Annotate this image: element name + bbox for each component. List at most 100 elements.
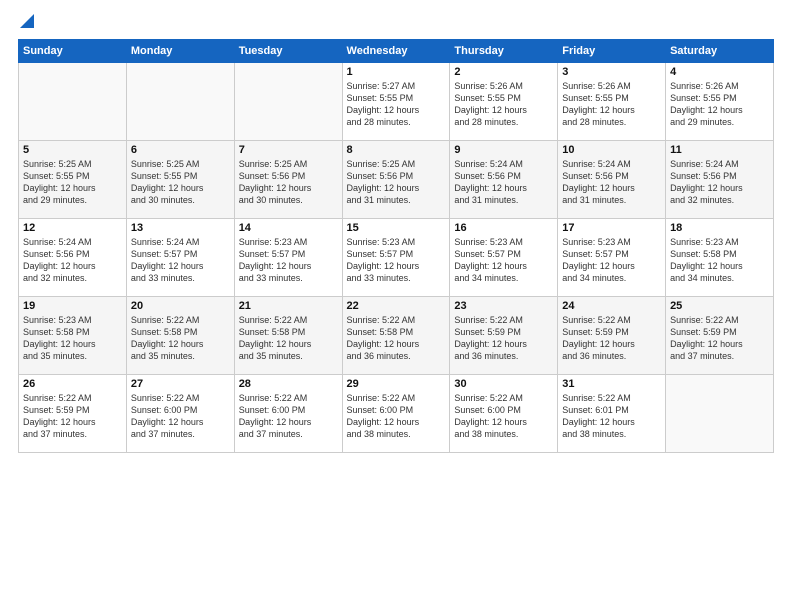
day-number: 24 (562, 300, 661, 312)
cell-info: Sunrise: 5:24 AM Sunset: 5:56 PM Dayligh… (670, 158, 769, 207)
cell-info: Sunrise: 5:27 AM Sunset: 5:55 PM Dayligh… (347, 80, 446, 129)
logo (18, 18, 34, 33)
calendar-cell: 28 Sunrise: 5:22 AM Sunset: 6:00 PM Dayli… (234, 375, 342, 453)
cell-info: Sunrise: 5:26 AM Sunset: 5:55 PM Dayligh… (454, 80, 553, 129)
day-number: 7 (239, 144, 338, 156)
calendar-header-row: SundayMondayTuesdayWednesdayThursdayFrid… (19, 40, 774, 63)
calendar-week-5: 26Sunrise: 5:22 AM Sunset: 5:59 PM Dayli… (19, 375, 774, 453)
cell-info: Sunrise: 5:22 AM Sunset: 5:59 PM Dayligh… (23, 392, 122, 441)
day-number: 31 (562, 378, 661, 390)
calendar-cell: 4 Sunrise: 5:26 AM Sunset: 5:55 PM Daylig… (666, 63, 774, 141)
day-number: 9 (454, 144, 553, 156)
cell-info: Sunrise: 5:22 AM Sunset: 5:59 PM Dayligh… (454, 314, 553, 363)
cell-info: Sunrise: 5:22 AM Sunset: 6:00 PM Dayligh… (347, 392, 446, 441)
day-number: 28 (239, 378, 338, 390)
day-header-tuesday: Tuesday (234, 40, 342, 63)
calendar-cell: 13 Sunrise: 5:24 AM Sunset: 5:57 PM Dayli… (126, 219, 234, 297)
cell-info: Sunrise: 5:22 AM Sunset: 6:00 PM Dayligh… (131, 392, 230, 441)
cell-info: Sunrise: 5:23 AM Sunset: 5:57 PM Dayligh… (347, 236, 446, 285)
calendar: SundayMondayTuesdayWednesdayThursdayFrid… (18, 39, 774, 453)
calendar-cell: 15 Sunrise: 5:23 AM Sunset: 5:57 PM Dayli… (342, 219, 450, 297)
day-number: 15 (347, 222, 446, 234)
day-number: 4 (670, 66, 769, 78)
calendar-cell: 11 Sunrise: 5:24 AM Sunset: 5:56 PM Dayli… (666, 141, 774, 219)
calendar-week-4: 19 Sunrise: 5:23 AM Sunset: 5:58 PM Dayli… (19, 297, 774, 375)
day-number: 19 (23, 300, 122, 312)
calendar-cell: 20 Sunrise: 5:22 AM Sunset: 5:58 PM Dayli… (126, 297, 234, 375)
day-number: 20 (131, 300, 230, 312)
day-header-saturday: Saturday (666, 40, 774, 63)
logo-arrow-icon (20, 14, 34, 28)
calendar-cell: 31 Sunrise: 5:22 AM Sunset: 6:01 PM Dayli… (558, 375, 666, 453)
calendar-cell: 22 Sunrise: 5:22 AM Sunset: 5:58 PM Dayli… (342, 297, 450, 375)
day-number: 11 (670, 144, 769, 156)
day-number: 10 (562, 144, 661, 156)
calendar-cell: 3 Sunrise: 5:26 AM Sunset: 5:55 PM Daylig… (558, 63, 666, 141)
cell-info: Sunrise: 5:26 AM Sunset: 5:55 PM Dayligh… (562, 80, 661, 129)
cell-info: Sunrise: 5:23 AM Sunset: 5:58 PM Dayligh… (23, 314, 122, 363)
calendar-cell: 27Sunrise: 5:22 AM Sunset: 6:00 PM Dayli… (126, 375, 234, 453)
calendar-cell: 7 Sunrise: 5:25 AM Sunset: 5:56 PM Daylig… (234, 141, 342, 219)
cell-info: Sunrise: 5:22 AM Sunset: 5:59 PM Dayligh… (562, 314, 661, 363)
day-number: 29 (347, 378, 446, 390)
day-number: 5 (23, 144, 122, 156)
day-number: 6 (131, 144, 230, 156)
cell-info: Sunrise: 5:22 AM Sunset: 5:59 PM Dayligh… (670, 314, 769, 363)
calendar-cell: 25 Sunrise: 5:22 AM Sunset: 5:59 PM Dayli… (666, 297, 774, 375)
calendar-cell: 12 Sunrise: 5:24 AM Sunset: 5:56 PM Dayli… (19, 219, 127, 297)
cell-info: Sunrise: 5:22 AM Sunset: 5:58 PM Dayligh… (239, 314, 338, 363)
cell-info: Sunrise: 5:26 AM Sunset: 5:55 PM Dayligh… (670, 80, 769, 129)
calendar-cell: 24 Sunrise: 5:22 AM Sunset: 5:59 PM Dayli… (558, 297, 666, 375)
calendar-cell: 18Sunrise: 5:23 AM Sunset: 5:58 PM Dayli… (666, 219, 774, 297)
day-header-thursday: Thursday (450, 40, 558, 63)
cell-info: Sunrise: 5:22 AM Sunset: 5:58 PM Dayligh… (131, 314, 230, 363)
day-header-wednesday: Wednesday (342, 40, 450, 63)
calendar-cell: 19 Sunrise: 5:23 AM Sunset: 5:58 PM Dayli… (19, 297, 127, 375)
cell-info: Sunrise: 5:22 AM Sunset: 6:00 PM Dayligh… (239, 392, 338, 441)
calendar-cell: 1Sunrise: 5:27 AM Sunset: 5:55 PM Daylig… (342, 63, 450, 141)
day-number: 8 (347, 144, 446, 156)
day-number: 3 (562, 66, 661, 78)
day-header-friday: Friday (558, 40, 666, 63)
cell-info: Sunrise: 5:24 AM Sunset: 5:57 PM Dayligh… (131, 236, 230, 285)
cell-info: Sunrise: 5:25 AM Sunset: 5:55 PM Dayligh… (131, 158, 230, 207)
day-number: 30 (454, 378, 553, 390)
day-header-sunday: Sunday (19, 40, 127, 63)
day-number: 12 (23, 222, 122, 234)
cell-info: Sunrise: 5:22 AM Sunset: 5:58 PM Dayligh… (347, 314, 446, 363)
day-header-monday: Monday (126, 40, 234, 63)
cell-info: Sunrise: 5:25 AM Sunset: 5:56 PM Dayligh… (239, 158, 338, 207)
header (18, 18, 774, 33)
day-number: 22 (347, 300, 446, 312)
calendar-cell: 2 Sunrise: 5:26 AM Sunset: 5:55 PM Daylig… (450, 63, 558, 141)
cell-info: Sunrise: 5:25 AM Sunset: 5:55 PM Dayligh… (23, 158, 122, 207)
cell-info: Sunrise: 5:22 AM Sunset: 6:00 PM Dayligh… (454, 392, 553, 441)
day-number: 14 (239, 222, 338, 234)
calendar-cell: 29 Sunrise: 5:22 AM Sunset: 6:00 PM Dayli… (342, 375, 450, 453)
day-number: 25 (670, 300, 769, 312)
calendar-cell: 10 Sunrise: 5:24 AM Sunset: 5:56 PM Dayli… (558, 141, 666, 219)
cell-info: Sunrise: 5:24 AM Sunset: 5:56 PM Dayligh… (454, 158, 553, 207)
cell-info: Sunrise: 5:22 AM Sunset: 6:01 PM Dayligh… (562, 392, 661, 441)
calendar-cell: 8 Sunrise: 5:25 AM Sunset: 5:56 PM Daylig… (342, 141, 450, 219)
calendar-week-2: 5 Sunrise: 5:25 AM Sunset: 5:55 PM Daylig… (19, 141, 774, 219)
page: SundayMondayTuesdayWednesdayThursdayFrid… (0, 0, 792, 612)
day-number: 18 (670, 222, 769, 234)
day-number: 2 (454, 66, 553, 78)
calendar-cell (126, 63, 234, 141)
calendar-cell (234, 63, 342, 141)
calendar-cell: 23 Sunrise: 5:22 AM Sunset: 5:59 PM Dayli… (450, 297, 558, 375)
day-number: 23 (454, 300, 553, 312)
cell-info: Sunrise: 5:25 AM Sunset: 5:56 PM Dayligh… (347, 158, 446, 207)
calendar-cell (666, 375, 774, 453)
cell-info: Sunrise: 5:23 AM Sunset: 5:57 PM Dayligh… (239, 236, 338, 285)
cell-info: Sunrise: 5:24 AM Sunset: 5:56 PM Dayligh… (23, 236, 122, 285)
calendar-cell: 30 Sunrise: 5:22 AM Sunset: 6:00 PM Dayli… (450, 375, 558, 453)
day-number: 16 (454, 222, 553, 234)
calendar-cell: 26Sunrise: 5:22 AM Sunset: 5:59 PM Dayli… (19, 375, 127, 453)
calendar-cell: 6 Sunrise: 5:25 AM Sunset: 5:55 PM Daylig… (126, 141, 234, 219)
cell-info: Sunrise: 5:24 AM Sunset: 5:56 PM Dayligh… (562, 158, 661, 207)
calendar-week-3: 12 Sunrise: 5:24 AM Sunset: 5:56 PM Dayli… (19, 219, 774, 297)
calendar-cell: 14 Sunrise: 5:23 AM Sunset: 5:57 PM Dayli… (234, 219, 342, 297)
day-number: 13 (131, 222, 230, 234)
